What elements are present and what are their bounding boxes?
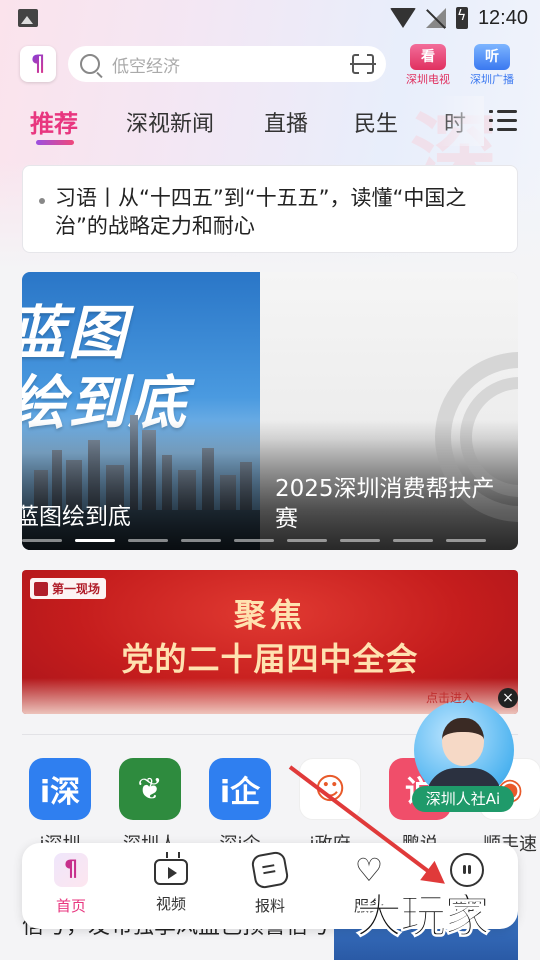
nav-video-label: 视频	[155, 895, 186, 913]
carousel-dot[interactable]	[181, 539, 221, 542]
carousel-dot[interactable]	[75, 539, 115, 542]
nav-home[interactable]: ¶ 首页	[36, 853, 106, 916]
shenzhen-radio-button[interactable]: 听 深圳广播	[460, 44, 524, 87]
service-app[interactable]: i企深i企	[200, 758, 280, 856]
nav-home-label: 首页	[55, 897, 86, 915]
channel-tabs: 推荐 深视新闻 直播 民生 时	[0, 96, 540, 146]
no-signal-icon	[425, 8, 446, 28]
slide-caption-2: 2025深圳消费帮扶产赛	[275, 476, 495, 532]
banner-enter-link[interactable]: 点击进入	[426, 689, 474, 706]
service-app[interactable]: ❦深圳人	[110, 758, 190, 856]
banner-title-1: 聚焦	[233, 596, 306, 634]
tv-icon: 看	[410, 44, 446, 70]
shenzhen-tv-label: 深圳电视	[406, 73, 450, 86]
tab-fade	[438, 96, 484, 146]
nav-video[interactable]: 视频	[136, 853, 206, 914]
shenzhen-radio-label: 深圳广播	[470, 73, 514, 86]
carousel-dot[interactable]	[234, 539, 274, 542]
video-icon	[154, 859, 188, 885]
tab-recommend[interactable]: 推荐	[30, 104, 78, 139]
carousel-dot[interactable]	[287, 539, 327, 542]
carousel-dot[interactable]	[446, 539, 486, 542]
headline-text: 习语丨从“十四五”到“十五五”，读懂“中国之治”的战略定力和耐心	[55, 186, 467, 238]
watermark-text: 大玩家	[356, 889, 491, 944]
radio-icon: 听	[474, 44, 510, 70]
status-time: 12:40	[477, 6, 528, 29]
search-bar[interactable]: 低空经济	[68, 46, 386, 82]
carousel-dot[interactable]	[128, 539, 168, 542]
nav-report-label: 报料	[254, 897, 285, 915]
tab-live[interactable]: 直播	[264, 106, 308, 138]
plenum-banner[interactable]: 第一现场 聚焦 党的二十届四中全会 点击进入	[22, 570, 518, 714]
wifi-icon	[389, 8, 416, 28]
ai-assistant-float[interactable]: 深圳人社Ai ×	[410, 688, 518, 818]
tab-livelihood[interactable]: 民生	[354, 106, 398, 138]
scan-icon[interactable]	[350, 53, 376, 75]
slide-caption-1: 蓝图绘到底	[22, 504, 131, 530]
active-tab-indicator	[36, 140, 74, 145]
report-icon	[250, 850, 290, 890]
service-app[interactable]: i深i深圳	[20, 758, 100, 856]
carousel-dot[interactable]	[340, 539, 380, 542]
home-icon: ¶	[54, 853, 88, 887]
tab-sz-news[interactable]: 深视新闻	[126, 106, 214, 138]
headline-card[interactable]: 习语丨从“十四五”到“十五五”，读懂“中国之治”的战略定力和耐心	[22, 165, 518, 253]
status-bar: 12:40	[0, 0, 540, 36]
app-logo[interactable]: ¶	[20, 46, 56, 82]
channel-menu-icon[interactable]	[489, 110, 517, 132]
carousel-dot[interactable]	[22, 539, 62, 542]
ai-avatar	[414, 700, 514, 800]
app-logo-icon: ¶	[31, 51, 45, 77]
app-icon: i企	[209, 758, 271, 820]
battery-charging-icon	[455, 7, 468, 29]
search-icon	[80, 54, 100, 74]
gallery-notification-icon	[18, 9, 38, 27]
app-icon: ❦	[119, 758, 181, 820]
carousel-indicator	[22, 539, 518, 542]
shenzhen-tv-button[interactable]: 看 深圳电视	[396, 44, 460, 87]
nav-report[interactable]: 报料	[235, 850, 305, 916]
ai-assistant-label: 深圳人社Ai	[412, 786, 514, 812]
news-carousel[interactable]: 蓝图 绘到底 蓝图绘到底 2025深圳消费帮扶产赛	[22, 272, 518, 550]
app-icon: i深	[29, 758, 91, 820]
banner-title-2: 党的二十届四中全会	[121, 640, 419, 678]
close-icon[interactable]: ×	[498, 688, 518, 708]
carousel-dot[interactable]	[393, 539, 433, 542]
search-placeholder: 低空经济	[112, 56, 180, 77]
